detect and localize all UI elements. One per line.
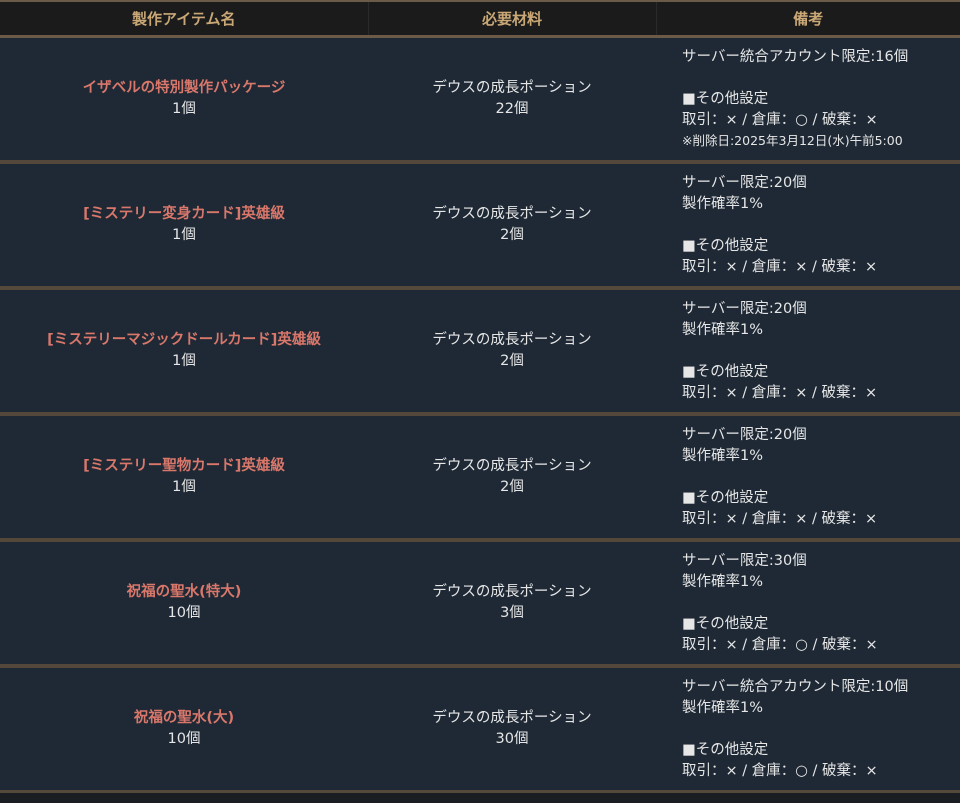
header-row: 製作アイテム名 必要材料 備考	[0, 0, 960, 38]
crafting-table: 製作アイテム名 必要材料 備考 イザベルの特別製作パッケージ 1個 デウスの成長ポー…	[0, 0, 960, 793]
note-line: 製作確率1%	[682, 573, 764, 590]
note-line: ■その他設定	[682, 237, 769, 254]
note-line: サーバー限定:20個	[682, 426, 807, 443]
table-row: [ミステリー変身カード]英雄級 1個 デウスの成長ポーション 2個 サーバー限定:20個…	[0, 162, 960, 290]
item-cell: イザベルの特別製作パッケージ 1個	[0, 36, 368, 164]
item-quantity: 10個	[167, 605, 201, 621]
note-line: 取引：× / 倉庫：○ / 破棄：×	[682, 762, 878, 779]
note-line: 取引：× / 倉庫：× / 破棄：×	[682, 510, 878, 527]
item-cell: [ミステリーマジックドールカード]英雄級 1個	[0, 288, 368, 416]
note-spacer	[682, 719, 960, 740]
item-cell: 祝福の聖水(特大) 10個	[0, 540, 368, 668]
note-line: 取引：× / 倉庫：× / 破棄：×	[682, 258, 878, 275]
note-line: ■その他設定	[682, 363, 769, 380]
item-cell: 祝福の聖水(大) 10個	[0, 666, 368, 793]
material-quantity: 22個	[495, 101, 529, 117]
note-line: ■その他設定	[682, 615, 769, 632]
note-line: 製作確率1%	[682, 699, 764, 716]
table-row: 祝福の聖水(特大) 10個 デウスの成長ポーション 3個 サーバー限定:30個 製作確率1…	[0, 540, 960, 668]
note-spacer	[682, 467, 960, 488]
note-spacer	[682, 215, 960, 236]
material-name: デウスの成長ポーション	[432, 710, 592, 726]
material-cell: デウスの成長ポーション 2個	[368, 288, 656, 416]
deletion-date-note: ※削除日:2025年3月12日(水)午前5:00	[682, 133, 903, 148]
note-line: 取引：× / 倉庫：× / 破棄：×	[682, 384, 878, 401]
item-quantity: 1個	[172, 101, 196, 117]
note-line: サーバー限定:20個	[682, 174, 807, 191]
note-line: サーバー限定:30個	[682, 552, 807, 569]
material-cell: デウスの成長ポーション 30個	[368, 666, 656, 793]
item-cell: [ミステリー聖物カード]英雄級 1個	[0, 414, 368, 542]
note-line: 製作確率1%	[682, 195, 764, 212]
material-cell: デウスの成長ポーション 22個	[368, 36, 656, 164]
material-quantity: 2個	[500, 353, 524, 369]
item-name: [ミステリー変身カード]英雄級	[83, 206, 285, 222]
material-name: デウスの成長ポーション	[432, 584, 592, 600]
notes-cell: サーバー限定:20個 製作確率1% ■その他設定取引：× / 倉庫：× / 破棄：×	[656, 162, 960, 290]
note-line: サーバー統合アカウント限定:10個	[682, 678, 909, 695]
material-quantity: 3個	[500, 605, 524, 621]
material-cell: デウスの成長ポーション 2個	[368, 162, 656, 290]
note-line: 製作確率1%	[682, 447, 764, 464]
notes-cell: サーバー統合アカウント限定:10個 製作確率1% ■その他設定取引：× / 倉庫：○…	[656, 666, 960, 793]
note-line: 取引：× / 倉庫：○ / 破棄：×	[682, 112, 878, 128]
note-spacer	[682, 593, 960, 614]
item-name: 祝福の聖水(特大)	[126, 584, 242, 600]
item-cell: [ミステリー変身カード]英雄級 1個	[0, 162, 368, 290]
material-name: デウスの成長ポーション	[432, 332, 592, 348]
header-materials: 必要材料	[367, 0, 656, 38]
table-row: イザベルの特別製作パッケージ 1個 デウスの成長ポーション 22個 サーバー統合アカウン…	[0, 36, 960, 164]
table-header: 製作アイテム名 必要材料 備考	[0, 0, 960, 38]
notes-cell: サーバー限定:30個 製作確率1% ■その他設定取引：× / 倉庫：○ / 破棄：×	[656, 540, 960, 668]
note-line: サーバー統合アカウント限定:16個	[682, 49, 909, 65]
note-line: 取引：× / 倉庫：○ / 破棄：×	[682, 636, 878, 653]
material-quantity: 2個	[500, 227, 524, 243]
notes-cell: サーバー統合アカウント限定:16個 ■その他設定取引：× / 倉庫：○ / 破棄：…	[656, 36, 960, 164]
note-line: ■その他設定	[682, 91, 769, 107]
header-item-name: 製作アイテム名	[0, 0, 368, 38]
notes-cell: サーバー限定:20個 製作確率1% ■その他設定取引：× / 倉庫：× / 破棄：×	[656, 414, 960, 542]
item-name: イザベルの特別製作パッケージ	[82, 80, 286, 96]
material-name: デウスの成長ポーション	[432, 458, 592, 474]
note-line: ■その他設定	[682, 489, 769, 506]
note-line: 製作確率1%	[682, 321, 764, 338]
item-quantity: 1個	[172, 353, 196, 369]
material-name: デウスの成長ポーション	[432, 206, 592, 222]
material-name: デウスの成長ポーション	[432, 80, 592, 96]
header-notes: 備考	[655, 0, 960, 38]
item-quantity: 10個	[167, 731, 201, 747]
item-quantity: 1個	[172, 227, 196, 243]
item-quantity: 1個	[172, 479, 196, 495]
item-name: [ミステリー聖物カード]英雄級	[83, 458, 285, 474]
table-row: [ミステリー聖物カード]英雄級 1個 デウスの成長ポーション 2個 サーバー限定:20個…	[0, 414, 960, 542]
table-row: [ミステリーマジックドールカード]英雄級 1個 デウスの成長ポーション 2個 サーバー限…	[0, 288, 960, 416]
note-spacer	[682, 341, 960, 362]
material-cell: デウスの成長ポーション 3個	[368, 540, 656, 668]
notes-cell: サーバー限定:20個 製作確率1% ■その他設定取引：× / 倉庫：× / 破棄：×	[656, 288, 960, 416]
item-name: [ミステリーマジックドールカード]英雄級	[47, 332, 321, 348]
material-quantity: 30個	[495, 731, 529, 747]
note-line: サーバー限定:20個	[682, 300, 807, 317]
item-name: 祝福の聖水(大)	[133, 710, 235, 726]
material-cell: デウスの成長ポーション 2個	[368, 414, 656, 542]
note-spacer	[682, 68, 960, 89]
table-row: 祝福の聖水(大) 10個 デウスの成長ポーション 30個 サーバー統合アカウント限定:1…	[0, 666, 960, 793]
material-quantity: 2個	[500, 479, 524, 495]
table-body: イザベルの特別製作パッケージ 1個 デウスの成長ポーション 22個 サーバー統合アカウン…	[0, 36, 960, 793]
note-line: ■その他設定	[682, 741, 769, 758]
